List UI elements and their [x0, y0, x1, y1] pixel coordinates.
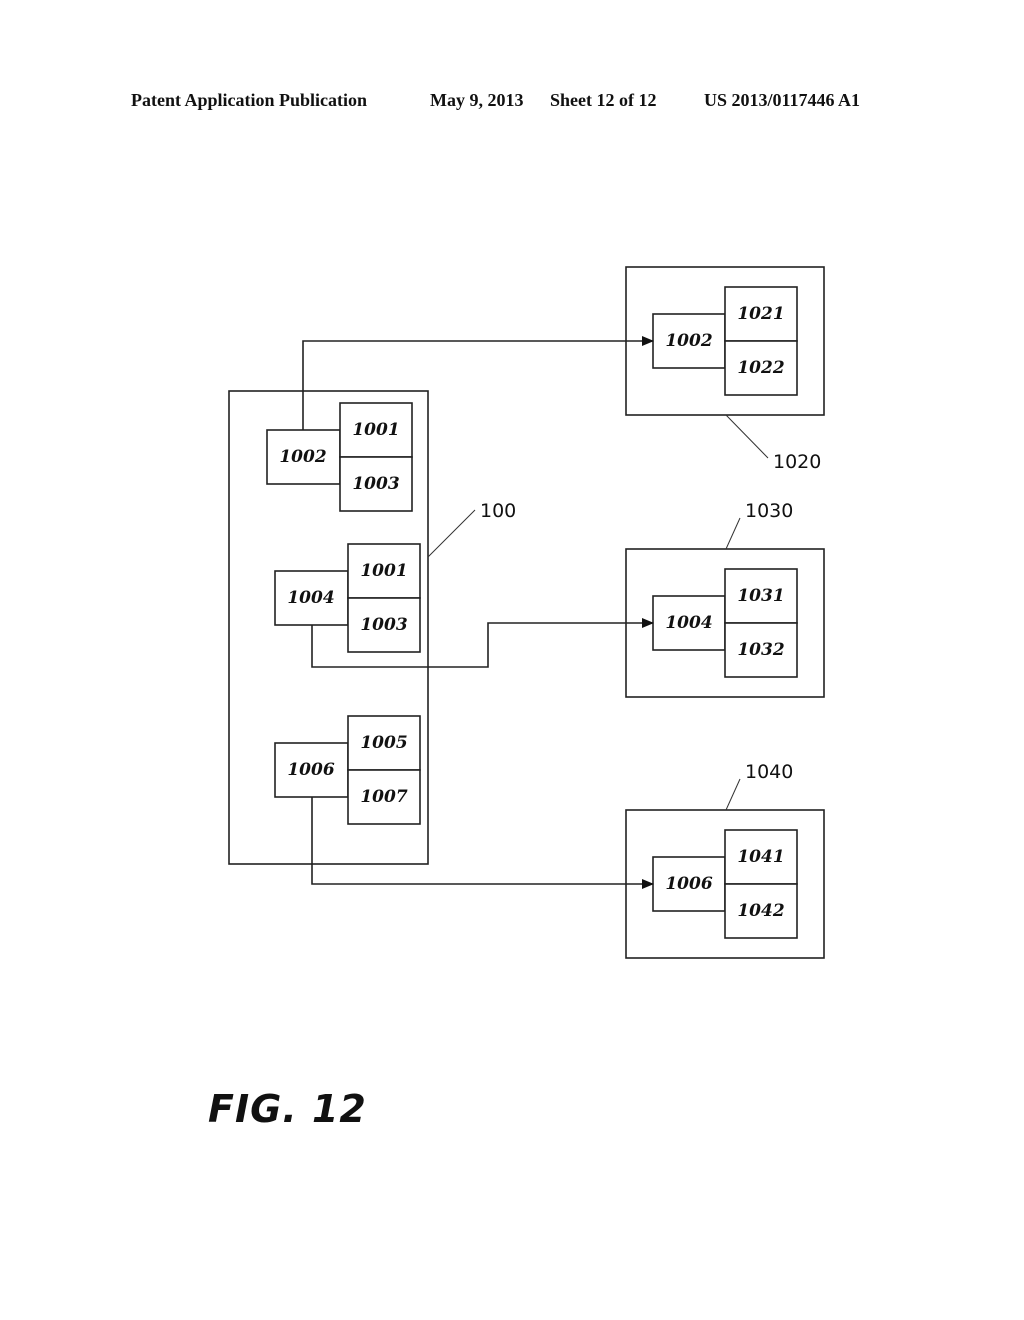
leader-line — [725, 414, 769, 459]
leader-line-100 — [427, 509, 476, 558]
target-1020: 1002 1021 1022 1020 — [625, 266, 825, 473]
source-main-label: 1002 — [279, 447, 326, 467]
target-1040: 1006 1041 1042 1040 — [625, 761, 825, 959]
target-main-label: 1002 — [665, 331, 712, 351]
target-main-label: 1004 — [665, 613, 712, 633]
target-bottom-label: 1042 — [737, 901, 784, 921]
source-top-label: 1001 — [352, 420, 399, 440]
ref-label: 1020 — [773, 451, 821, 473]
target-1030: 1004 1031 1032 1030 — [625, 500, 825, 698]
target-top-label: 1031 — [737, 586, 784, 606]
leader-line — [725, 778, 741, 811]
source-main-label: 1004 — [287, 588, 334, 608]
source-top-label: 1005 — [360, 733, 407, 753]
source-main-label: 1006 — [287, 760, 334, 780]
ref-label: 1040 — [745, 761, 793, 783]
source-top-label: 1001 — [360, 561, 407, 581]
figure-label: FIG. 12 — [208, 1087, 367, 1131]
figure-diagram: 100 1002 1001 1003 1004 1001 1003 1006 1… — [228, 266, 825, 959]
source-bottom-label: 1007 — [360, 787, 407, 807]
target-main-label: 1006 — [665, 874, 712, 894]
target-bottom-label: 1022 — [737, 358, 784, 378]
ref-label-100: 100 — [480, 500, 516, 522]
target-top-label: 1041 — [737, 847, 784, 867]
target-top-label: 1021 — [737, 304, 784, 324]
leader-line — [725, 517, 741, 550]
source-bottom-label: 1003 — [360, 615, 407, 635]
source-bottom-label: 1003 — [352, 474, 399, 494]
ref-label: 1030 — [745, 500, 793, 522]
target-bottom-label: 1032 — [737, 640, 784, 660]
